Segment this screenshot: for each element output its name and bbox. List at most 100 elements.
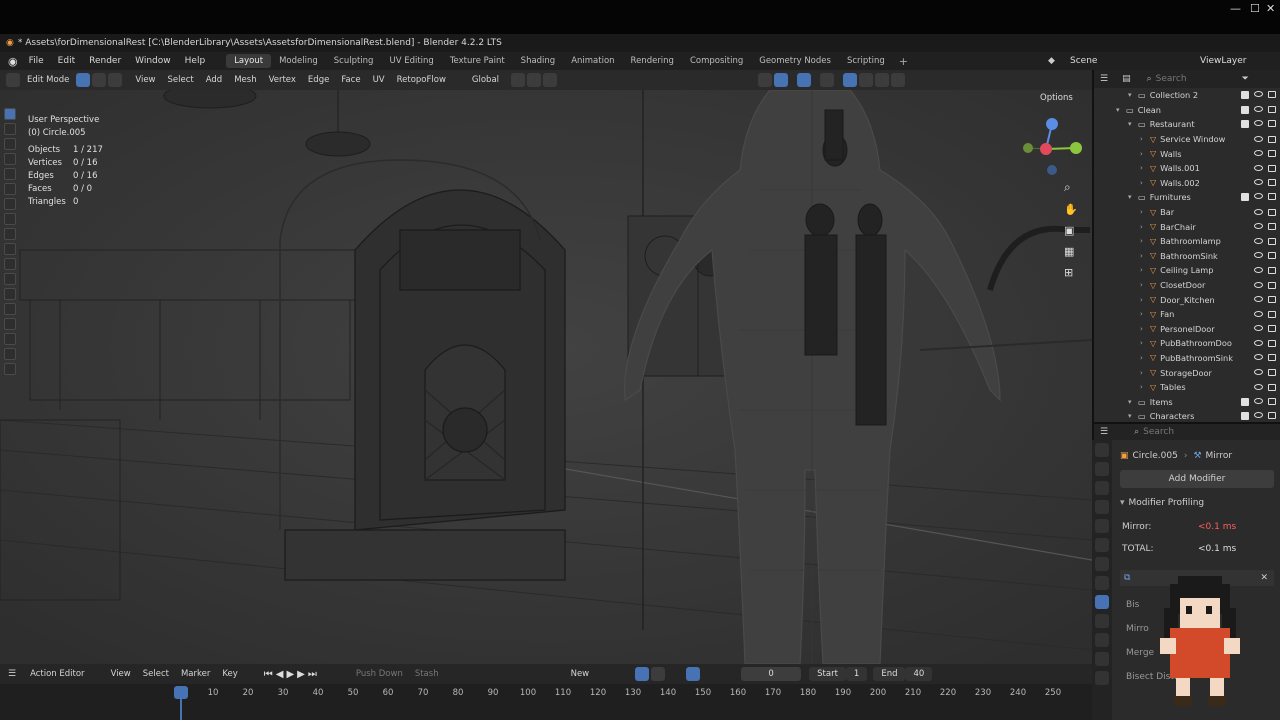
outliner-row[interactable]: › ▽ StorageDoor <box>1094 365 1280 380</box>
gizmo-button[interactable] <box>774 73 789 87</box>
viewport-options-button[interactable]: Options <box>1040 93 1073 103</box>
modifier-tab-icon[interactable] <box>1095 595 1109 609</box>
eye-icon[interactable] <box>1254 179 1263 186</box>
outliner-row[interactable]: › ▽ Walls.002 <box>1094 176 1280 191</box>
expand-toggle-icon[interactable]: › <box>1140 179 1150 187</box>
editor-type-button[interactable] <box>6 73 20 87</box>
selection-filter-icon[interactable] <box>635 667 650 681</box>
loopcut-tool-icon[interactable] <box>4 273 16 285</box>
workspace-tab-scripting[interactable]: Scripting <box>839 54 893 68</box>
zoom-icon[interactable]: ⌕ <box>1064 180 1080 195</box>
mode-select[interactable]: Edit Mode <box>21 73 75 87</box>
expand-toggle-icon[interactable]: › <box>1140 281 1150 289</box>
expand-toggle-icon[interactable]: › <box>1140 223 1150 231</box>
workspace-tab-animation[interactable]: Animation <box>563 54 622 68</box>
eye-icon[interactable] <box>1254 296 1263 303</box>
camera-render-icon[interactable] <box>1268 412 1276 420</box>
display-mode-icon[interactable]: ▤ <box>1122 74 1131 84</box>
scene-field[interactable]: Scene <box>1070 56 1097 66</box>
bevel-tool-icon[interactable] <box>4 258 16 270</box>
camera-render-icon[interactable] <box>1268 120 1276 128</box>
outliner-row[interactable]: ▾ ▭ Items <box>1094 394 1280 409</box>
select-tool-icon[interactable] <box>4 108 16 120</box>
camera-render-icon[interactable] <box>1268 281 1276 289</box>
camera-render-icon[interactable] <box>1268 310 1276 318</box>
menu-window[interactable]: Window <box>128 56 178 66</box>
filter-icon[interactable]: ⏷ <box>1242 74 1249 84</box>
camera-render-icon[interactable] <box>1268 223 1276 231</box>
constraints-tab-icon[interactable] <box>1095 652 1109 666</box>
view-layer-tab-icon[interactable] <box>1095 500 1109 514</box>
camera-icon[interactable]: ▣ <box>1064 224 1080 237</box>
viewport-menu-uv[interactable]: UV <box>367 73 391 87</box>
camera-render-icon[interactable] <box>1268 105 1276 113</box>
eye-icon[interactable] <box>1254 354 1263 361</box>
cursor-tool-icon[interactable] <box>4 123 16 135</box>
move-tool-icon[interactable] <box>4 138 16 150</box>
eye-icon[interactable] <box>1254 237 1263 244</box>
outliner-row[interactable]: › ▽ PubBathroomSink <box>1094 351 1280 366</box>
outliner-row[interactable]: › ▽ Walls <box>1094 146 1280 161</box>
viewport-menu-mesh[interactable]: Mesh <box>228 73 262 87</box>
eye-icon[interactable] <box>1254 383 1263 390</box>
camera-render-icon[interactable] <box>1268 237 1276 245</box>
properties-search-input[interactable]: Search <box>1143 427 1174 437</box>
exclude-checkbox-icon[interactable] <box>1241 91 1249 100</box>
perspective-icon[interactable]: ⊞ <box>1064 266 1080 279</box>
exclude-checkbox-icon[interactable] <box>1241 105 1249 114</box>
timeline-menu-select[interactable]: Select <box>137 667 175 681</box>
camera-render-icon[interactable] <box>1268 179 1276 187</box>
expand-toggle-icon[interactable]: ▾ <box>1128 412 1138 420</box>
outliner-row[interactable]: › ▽ Bar <box>1094 205 1280 220</box>
expand-toggle-icon[interactable]: › <box>1140 266 1150 274</box>
current-frame-field[interactable]: 0 <box>741 667 802 681</box>
camera-render-icon[interactable] <box>1268 135 1276 143</box>
camera-render-icon[interactable] <box>1268 252 1276 260</box>
workspace-tab-uv-editing[interactable]: UV Editing <box>381 54 441 68</box>
retopoflow-button[interactable]: RetopoFlow <box>391 73 452 87</box>
spin-tool-icon[interactable] <box>4 318 16 330</box>
measure-tool-icon[interactable] <box>4 213 16 225</box>
eye-icon[interactable] <box>1254 105 1263 112</box>
eye-icon[interactable] <box>1254 397 1263 404</box>
workspace-tab-modeling[interactable]: Modeling <box>271 54 326 68</box>
outliner-row[interactable]: › ▽ BathroomSink <box>1094 249 1280 264</box>
add-workspace-button[interactable]: + <box>899 55 908 68</box>
inset-tool-icon[interactable] <box>4 243 16 255</box>
eye-icon[interactable] <box>1254 412 1263 419</box>
view-layer-field[interactable]: ViewLayer <box>1200 56 1246 66</box>
maximize-button[interactable]: ☐ <box>1250 2 1260 15</box>
camera-render-icon[interactable] <box>1268 325 1276 333</box>
xray-button[interactable] <box>820 73 835 87</box>
expand-toggle-icon[interactable]: › <box>1140 339 1150 347</box>
expand-toggle-icon[interactable]: › <box>1140 135 1150 143</box>
menu-render[interactable]: Render <box>82 56 128 66</box>
camera-render-icon[interactable] <box>1268 193 1276 201</box>
timeline-menu-view[interactable]: View <box>105 667 137 681</box>
playhead[interactable] <box>174 686 188 699</box>
camera-render-icon[interactable] <box>1268 397 1276 405</box>
extrude-tool-icon[interactable] <box>4 228 16 240</box>
pivot-button[interactable] <box>511 73 526 87</box>
outliner-row[interactable]: ▾ ▭ Collection 2 <box>1094 88 1280 103</box>
outliner-row[interactable]: › ▽ Fan <box>1094 307 1280 322</box>
expand-toggle-icon[interactable]: › <box>1140 208 1150 216</box>
viewport-menu-face[interactable]: Face <box>335 73 366 87</box>
exclude-checkbox-icon[interactable] <box>1241 120 1249 129</box>
navigation-gizmo[interactable] <box>1020 112 1086 178</box>
camera-render-icon[interactable] <box>1268 339 1276 347</box>
eye-icon[interactable] <box>1254 339 1263 346</box>
particles-tab-icon[interactable] <box>1095 614 1109 628</box>
visibility-button[interactable] <box>758 73 773 87</box>
outliner-editor-icon[interactable]: ☰ <box>1100 74 1108 84</box>
workspace-tab-texture-paint[interactable]: Texture Paint <box>442 54 513 68</box>
orientation-select[interactable]: Global <box>466 73 505 87</box>
viewport-menu-vertex[interactable]: Vertex <box>263 73 302 87</box>
menu-edit[interactable]: Edit <box>51 56 82 66</box>
camera-render-icon[interactable] <box>1268 354 1276 362</box>
end-frame-field[interactable]: 40 <box>905 667 933 681</box>
scale-tool-icon[interactable] <box>4 168 16 180</box>
viewport-menu-select[interactable]: Select <box>162 73 200 87</box>
collection-tab-icon[interactable] <box>1095 557 1109 571</box>
new-action-button[interactable]: New <box>565 667 596 681</box>
